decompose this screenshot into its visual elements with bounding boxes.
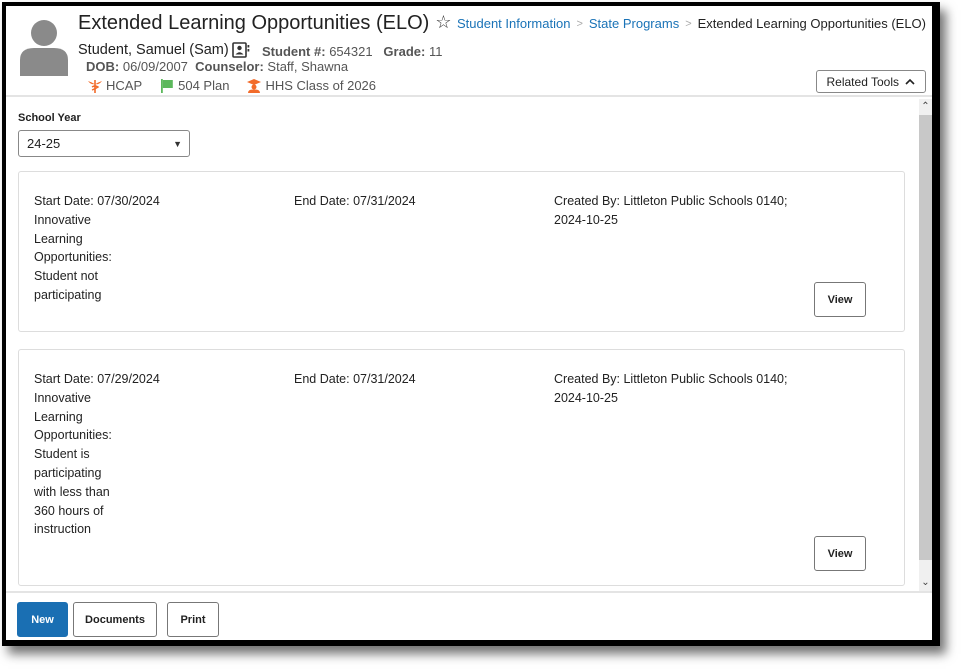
- vertical-scrollbar[interactable]: ⌃ ⌄: [919, 99, 932, 591]
- created-by: Created By: Littleton Public Schools 014…: [554, 372, 788, 405]
- elo-record-card: Start Date: 07/29/2024 Innovative Learni…: [18, 349, 905, 586]
- student-meta: Student #: 654321 Grade: 11: [262, 44, 443, 59]
- breadcrumb: Student Information > State Programs > E…: [457, 16, 926, 31]
- student-flags: HCAP 504 Plan HHS Class of 2026: [88, 78, 376, 93]
- end-date: End Date: 07/31/2024: [294, 194, 416, 208]
- view-button[interactable]: View: [814, 536, 866, 571]
- action-bar: New Documents Print: [6, 591, 932, 640]
- dob: 06/09/2007: [122, 59, 188, 74]
- chevron-right-icon: >: [576, 17, 583, 30]
- flag-504-plan[interactable]: 504 Plan: [160, 78, 229, 93]
- app-window: Extended Learning Opportunities (ELO) ☆ S…: [6, 6, 932, 640]
- print-button[interactable]: Print: [167, 602, 219, 637]
- school-year-select[interactable]: 24-25 ▼: [18, 130, 190, 157]
- flag-icon: [161, 78, 173, 93]
- chevron-right-icon: >: [685, 17, 692, 30]
- avatar-icon: [20, 20, 68, 76]
- content-area: School Year 24-25 ▼ Start Date: 07/30/20…: [6, 99, 919, 591]
- scroll-down-icon[interactable]: ⌄: [919, 575, 932, 591]
- scroll-up-icon[interactable]: ⌃: [919, 99, 932, 115]
- created-by: Created By: Littleton Public Schools 014…: [554, 194, 788, 227]
- chevron-up-icon: [905, 78, 915, 85]
- record-description: Innovative Learning Opportunities: Stude…: [34, 212, 112, 302]
- flag-graduation[interactable]: HHS Class of 2026: [247, 78, 376, 93]
- page-header: Extended Learning Opportunities (ELO) ☆ S…: [6, 6, 932, 97]
- record-description: Innovative Learning Opportunities: Stude…: [34, 390, 112, 537]
- new-button[interactable]: New: [17, 602, 68, 637]
- record-start: Start Date: 07/30/2024 Innovative Learni…: [34, 192, 160, 305]
- star-icon[interactable]: ☆: [435, 12, 451, 33]
- student-number: 654321: [329, 44, 373, 59]
- view-button[interactable]: View: [814, 282, 866, 317]
- elo-record-card: Start Date: 07/30/2024 Innovative Learni…: [18, 171, 905, 332]
- start-date: Start Date: 07/30/2024: [34, 194, 160, 208]
- related-tools-button[interactable]: Related Tools: [815, 70, 926, 93]
- end-date: End Date: 07/31/2024: [294, 372, 416, 386]
- grade: 11: [428, 44, 443, 59]
- counselor: Staff, Shawna: [267, 59, 349, 74]
- graduation-icon: [247, 78, 262, 93]
- caret-down-icon: ▼: [173, 139, 182, 149]
- caduceus-icon: [88, 79, 102, 93]
- page-title: Extended Learning Opportunities (ELO) ☆: [78, 12, 452, 34]
- school-year-label: School Year: [18, 112, 81, 124]
- breadcrumb-student-information[interactable]: Student Information: [457, 16, 570, 31]
- documents-button[interactable]: Documents: [73, 602, 157, 637]
- scrollbar-thumb[interactable]: [919, 115, 932, 560]
- flag-hcap[interactable]: HCAP: [88, 78, 142, 93]
- breadcrumb-current: Extended Learning Opportunities (ELO): [697, 16, 926, 31]
- record-start: Start Date: 07/29/2024 Innovative Learni…: [34, 370, 160, 539]
- student-name: Student, Samuel (Sam): [78, 42, 229, 58]
- student-meta-2: DOB: 06/09/2007 Counselor: Staff, Shawna: [86, 59, 349, 74]
- breadcrumb-state-programs[interactable]: State Programs: [589, 16, 679, 31]
- contact-card-icon[interactable]: [232, 42, 250, 58]
- start-date: Start Date: 07/29/2024: [34, 372, 160, 386]
